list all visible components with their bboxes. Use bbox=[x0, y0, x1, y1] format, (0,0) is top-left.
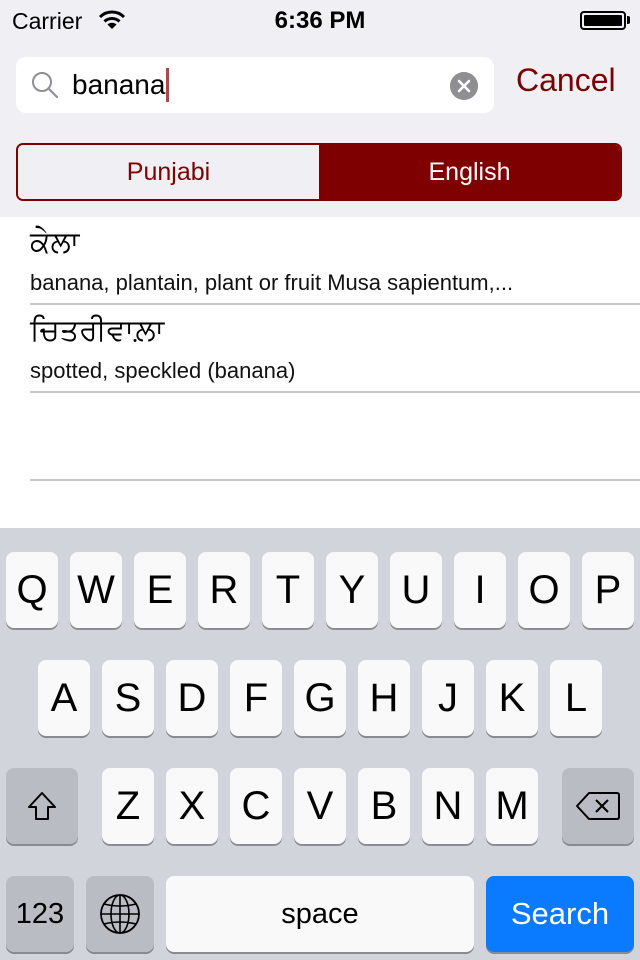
key-y[interactable]: Y bbox=[326, 552, 378, 628]
space-key[interactable]: space bbox=[166, 876, 474, 952]
numbers-key[interactable]: 123 bbox=[6, 876, 74, 952]
key-f[interactable]: F bbox=[230, 660, 282, 736]
search-icon bbox=[32, 72, 59, 99]
delete-key[interactable] bbox=[562, 768, 634, 844]
english-definition: banana, plantain, plant or fruit Musa sa… bbox=[30, 270, 514, 295]
key-l[interactable]: L bbox=[550, 660, 602, 736]
text-caret bbox=[166, 67, 170, 102]
search-key[interactable]: Search bbox=[486, 876, 634, 952]
key-t[interactable]: T bbox=[262, 552, 314, 628]
segment-punjabi[interactable]: Punjabi bbox=[18, 145, 319, 199]
search-input-text: banana bbox=[72, 69, 166, 100]
key-d[interactable]: D bbox=[166, 660, 218, 736]
delete-icon bbox=[576, 792, 620, 820]
shift-icon bbox=[28, 792, 56, 820]
battery-fill bbox=[584, 15, 622, 26]
key-n[interactable]: N bbox=[422, 768, 474, 844]
list-item[interactable]: ਕੇਲਾ banana, plantain, plant or fruit Mu… bbox=[30, 217, 640, 305]
key-x[interactable]: X bbox=[166, 768, 218, 844]
battery-icon bbox=[580, 11, 626, 30]
results-list: ਕੇਲਾ banana, plantain, plant or fruit Mu… bbox=[0, 217, 640, 528]
segment-english[interactable]: English bbox=[319, 145, 620, 199]
key-e[interactable]: E bbox=[134, 552, 186, 628]
key-u[interactable]: U bbox=[390, 552, 442, 628]
key-r[interactable]: R bbox=[198, 552, 250, 628]
search-field[interactable]: banana bbox=[16, 57, 494, 113]
search-input[interactable]: banana bbox=[72, 67, 432, 103]
punjabi-word: ਕੇਲਾ bbox=[30, 225, 80, 260]
globe-key[interactable] bbox=[86, 876, 154, 952]
punjabi-word: ਚਿਤਰੀਵਾਲ਼ਾ bbox=[30, 313, 165, 348]
globe-icon bbox=[100, 894, 140, 934]
status-bar: Carrier 6:36 PM bbox=[0, 0, 640, 40]
shift-key[interactable] bbox=[6, 768, 78, 844]
key-g[interactable]: G bbox=[294, 660, 346, 736]
key-o[interactable]: O bbox=[518, 552, 570, 628]
key-m[interactable]: M bbox=[486, 768, 538, 844]
key-h[interactable]: H bbox=[358, 660, 410, 736]
clear-icon[interactable] bbox=[450, 72, 478, 100]
battery-tip bbox=[627, 16, 630, 24]
key-b[interactable]: B bbox=[358, 768, 410, 844]
cancel-button[interactable]: Cancel bbox=[516, 62, 616, 99]
english-definition: spotted, speckled (banana) bbox=[30, 358, 296, 383]
key-s[interactable]: S bbox=[102, 660, 154, 736]
key-w[interactable]: W bbox=[70, 552, 122, 628]
key-z[interactable]: Z bbox=[102, 768, 154, 844]
search-header: banana Cancel Punjabi English bbox=[0, 40, 640, 217]
key-a[interactable]: A bbox=[38, 660, 90, 736]
key-c[interactable]: C bbox=[230, 768, 282, 844]
key-p[interactable]: P bbox=[582, 552, 634, 628]
key-i[interactable]: I bbox=[454, 552, 506, 628]
key-k[interactable]: K bbox=[486, 660, 538, 736]
key-q[interactable]: Q bbox=[6, 552, 58, 628]
keyboard: Q W E R T Y U I O P A S D F G H J K L Z … bbox=[0, 528, 640, 960]
list-item[interactable]: ਚਿਤਰੀਵਾਲ਼ਾ spotted, speckled (banana) bbox=[30, 305, 640, 393]
key-j[interactable]: J bbox=[422, 660, 474, 736]
list-item-empty bbox=[30, 393, 640, 481]
status-time: 6:36 PM bbox=[274, 7, 366, 34]
language-segmented-control: Punjabi English bbox=[16, 143, 622, 201]
key-v[interactable]: V bbox=[294, 768, 346, 844]
